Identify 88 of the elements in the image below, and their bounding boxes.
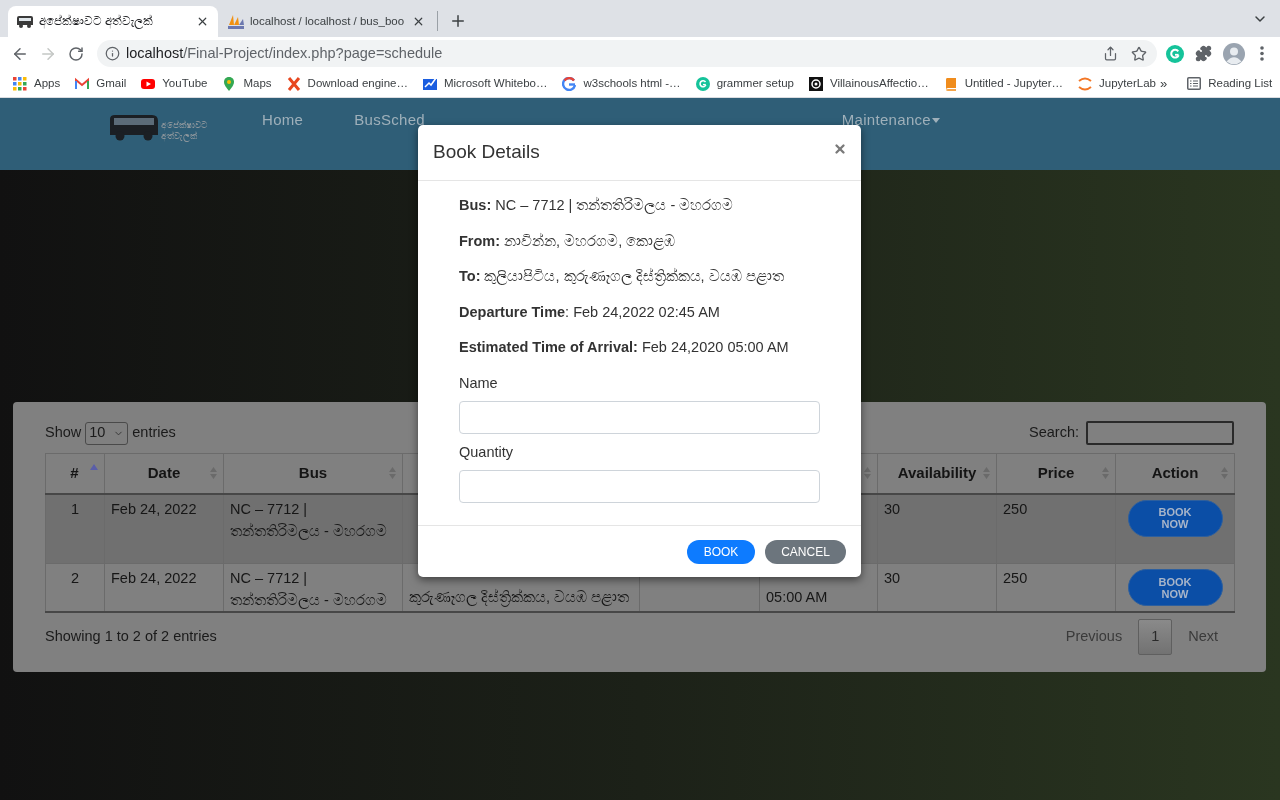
grid-icon [13,76,27,91]
sails-icon [228,14,244,29]
detail-text: Estimated Time of Arrival: Feb 24,2020 05:00 AM [459,338,789,357]
column-header[interactable]: Availability [877,453,997,494]
field-label: Quantity [459,442,513,462]
book-now-button[interactable]: BOOK NOW [1127,569,1223,606]
share-icon [1102,46,1118,61]
g-logo-icon [562,76,577,91]
book-now-button[interactable]: BOOK NOW [1127,499,1223,537]
table-cell: Feb 24, 2022 [104,563,224,612]
kebab-menu-icon [1260,46,1264,61]
bookmark-link[interactable]: YouTube [141,74,208,93]
x-icon [286,76,301,91]
show-label: Show [45,423,82,443]
browser-tab[interactable]: localhost / localhost / bus_boo [219,6,435,37]
line-chart-icon [422,76,437,91]
table-cell: 250 [996,563,1116,612]
address-bar[interactable]: localhost/Final-Project/index.php?page=schedule [97,40,1157,67]
extensions-button[interactable] [1193,43,1213,64]
detail-text: Bus: NC – 7712 | තන්තතිරිමලය - මහරගම [459,196,734,216]
book-icon [943,76,958,91]
table-cell: 2 [45,563,105,612]
bookmark-link[interactable]: Untitled - Jupyter… [943,74,1064,93]
nav-link[interactable]: Home [262,112,304,128]
table-cell: 1 [45,493,105,564]
book-button[interactable]: BOOK [687,539,755,564]
map-pin-icon [222,76,237,91]
bookmark-link[interactable]: VillainousAffectio… [808,74,929,93]
bookmark-link[interactable]: JupyterLab [1078,74,1156,93]
play-icon [141,76,156,91]
bookmark-link[interactable]: Gmail [75,74,127,93]
page-size-select[interactable]: 10 [85,421,129,445]
cancel-button[interactable]: CANCEL [765,539,846,564]
bus-logo-icon [108,115,158,141]
table-cell: NC – 7712 | තන්තතිරිමලය - මහරගම [223,493,403,564]
bookmark-link[interactable]: Apps [13,74,61,93]
arcs-icon [1078,76,1093,91]
column-header[interactable]: # [45,453,105,494]
table-cell: Feb 24, 2022 [104,493,224,564]
ring-icon [808,76,823,91]
puzzle-icon [1194,45,1212,62]
profile-button[interactable] [1223,42,1245,65]
url-text: localhost/Final-Project/index.php?page=schedule [126,43,443,63]
input-field[interactable] [459,401,820,434]
avatar-icon [1223,42,1245,65]
detail-text: From: නාවින්න, මහරගම, කොළඹ [459,231,676,252]
bus-icon [17,15,33,28]
bookmark-link[interactable]: Download engine… [286,74,408,93]
browser-tab[interactable]: අපේක්ෂාවට අත්වැලක් [8,6,218,37]
column-header[interactable]: Date [104,453,224,494]
logo-text: අපේක්ෂාවට අත්වැලක් [161,120,207,142]
bookmark-link[interactable]: Maps [222,74,272,93]
envelope-icon [75,76,90,91]
column-header[interactable]: Price [996,453,1116,494]
table-cell: 30 [877,563,997,612]
menu-button[interactable] [1257,43,1267,64]
caret-icon [932,117,940,123]
search-field[interactable] [1086,421,1234,445]
input-field[interactable] [459,470,820,503]
field-label: Name [459,373,498,393]
column-header[interactable]: Action [1115,453,1235,494]
entries-label: entries [132,423,176,443]
search-label: Search: [1029,423,1079,443]
nav-link[interactable]: BusSched [354,112,425,128]
table-cell: NC – 7712 | තන්තතිරිමලය - මහරගම [223,563,403,612]
detail-text: To: කුලියාපිටිය, කුරුණෑගල දිස්ත්‍රික්කය, වයඹ පළාත [459,267,784,287]
table-cell: 250 [996,493,1116,564]
page-link[interactable]: 1 [1138,619,1173,655]
g-badge-icon [695,76,710,91]
detail-text: Departure Time: Feb 24,2022 02:45 AM [459,302,720,322]
bookmark-link[interactable]: w3schools html -… [562,74,681,93]
info-icon [105,46,120,61]
star-icon [1131,45,1147,62]
reload-icon [68,45,84,62]
close-icon [833,141,847,156]
column-header[interactable]: Bus [223,453,403,494]
close-button[interactable] [833,141,847,156]
bookmark-link[interactable]: grammer setup [695,74,794,93]
extension-button[interactable] [1165,43,1185,64]
more-bookmarks-button[interactable]: » [1156,73,1172,94]
bookmark-link[interactable]: Microsoft Whitebo… [422,74,548,93]
g-badge-icon [1166,44,1184,63]
modal-title: Book Details [433,140,540,165]
table-cell: 30 [877,493,997,564]
nav-dropdown[interactable]: Maintenance [841,112,940,128]
reading-list-link[interactable]: Reading List [1187,74,1273,93]
list-icon [1187,77,1202,90]
table-info-text: Showing 1 to 2 of 2 entries [45,627,217,647]
